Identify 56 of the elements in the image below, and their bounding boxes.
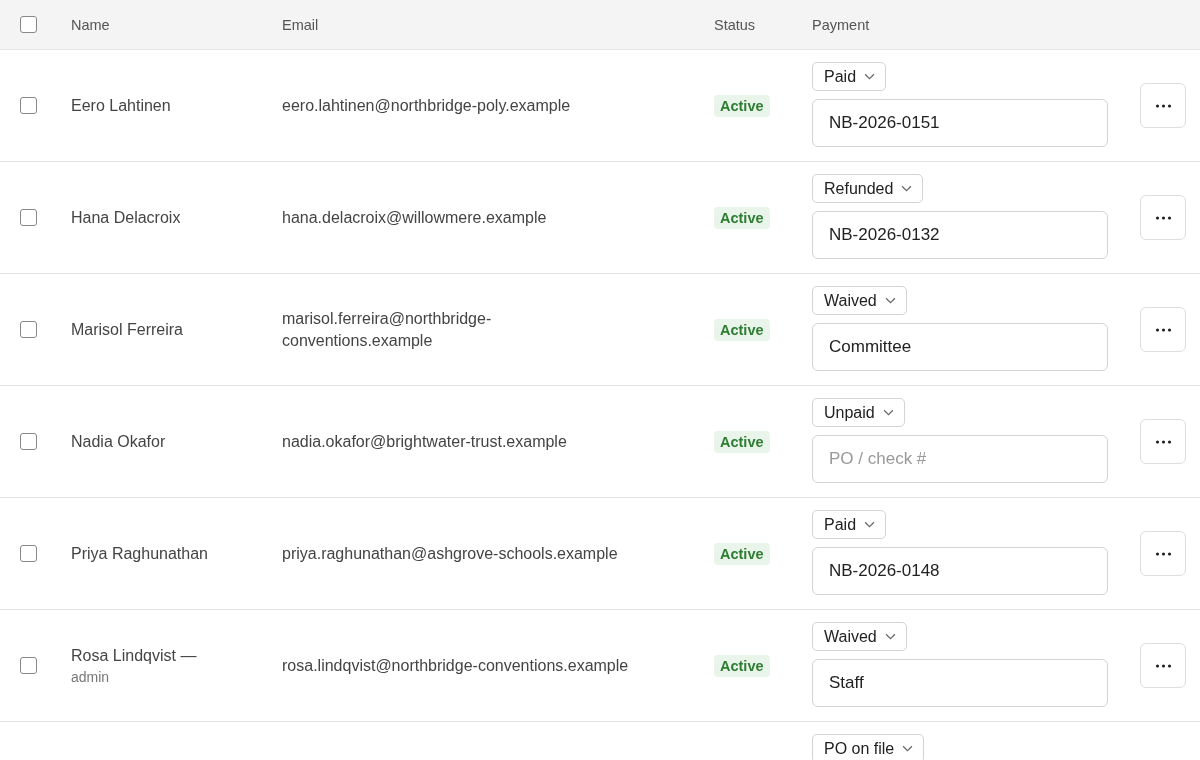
more-icon xyxy=(1154,215,1172,220)
email-text: eero.lahtinen@northbridge-poly.example xyxy=(282,95,572,116)
reference-field[interactable]: Committee xyxy=(812,323,1108,371)
chevron-down-icon xyxy=(902,745,914,752)
chevron-down-icon xyxy=(882,409,894,416)
column-header[interactable]: Status xyxy=(714,16,756,33)
payment-select[interactable]: Waived xyxy=(812,286,907,315)
reference-field[interactable]: NB-2026-0132 xyxy=(812,211,1108,259)
name-text: Hana Delacroix xyxy=(71,208,182,227)
checkbox[interactable] xyxy=(20,321,37,338)
email-text: hana.delacroix@willowmere.example xyxy=(282,207,548,228)
name-text: Nadia Okafor xyxy=(71,432,167,451)
checkbox[interactable] xyxy=(20,16,37,33)
status-badge: Active xyxy=(714,654,770,677)
status-badge: Active xyxy=(714,94,770,117)
payment-select[interactable]: PO on file xyxy=(812,734,925,760)
checkbox[interactable] xyxy=(20,657,37,674)
status-badge: Active xyxy=(714,542,770,565)
more-icon xyxy=(1154,103,1172,108)
chevron-down-icon xyxy=(884,633,896,640)
chevron-down-icon xyxy=(864,73,876,80)
checkbox[interactable] xyxy=(20,209,37,226)
reference-field[interactable]: NB-2026-0151 xyxy=(812,99,1108,147)
chevron-down-icon xyxy=(864,521,876,528)
checkbox[interactable] xyxy=(20,97,37,114)
status-badge: Active xyxy=(714,430,770,453)
column-header[interactable]: Payment xyxy=(812,16,870,33)
column-header[interactable]: Name xyxy=(71,16,110,33)
email-text: marisol.ferreira@northbridge-conventions.example xyxy=(282,308,493,351)
payment-select[interactable]: Paid xyxy=(812,510,887,539)
payment-select[interactable]: Unpaid xyxy=(812,398,905,427)
email-text: rosa.lindqvist@northbridge-conventions.example xyxy=(282,655,630,676)
payment-select[interactable]: Paid xyxy=(812,62,887,91)
payment-select[interactable]: Waived xyxy=(812,622,907,651)
checkbox[interactable] xyxy=(20,545,37,562)
name-text: Marisol Ferreira xyxy=(71,320,184,339)
payment-select[interactable]: Refunded xyxy=(812,174,924,203)
reference-field[interactable]: NB-2026-0148 xyxy=(812,547,1108,595)
name-text: Rosa Lindqvist — xyxy=(71,646,197,664)
column-header[interactable]: Email xyxy=(282,16,319,33)
chevron-down-icon xyxy=(884,297,896,304)
name-text: Eero Lahtinen xyxy=(71,96,172,115)
email-text: priya.raghunathan@ashgrove-schools.example xyxy=(282,543,619,564)
more-icon xyxy=(1154,327,1172,332)
email-text: nadia.okafor@brightwater-trust.example xyxy=(282,431,568,452)
more-icon xyxy=(1154,663,1172,668)
more-icon xyxy=(1154,551,1172,556)
more-icon xyxy=(1154,439,1172,444)
reference-field[interactable]: PO / check # xyxy=(812,435,1108,483)
role-text: admin xyxy=(71,668,111,685)
name-text: Priya Raghunathan xyxy=(71,544,209,563)
reference-field[interactable]: Staff xyxy=(812,659,1108,707)
checkbox[interactable] xyxy=(20,433,37,450)
chevron-down-icon xyxy=(901,185,913,192)
status-badge: Active xyxy=(714,318,770,341)
status-badge: Active xyxy=(714,206,770,229)
